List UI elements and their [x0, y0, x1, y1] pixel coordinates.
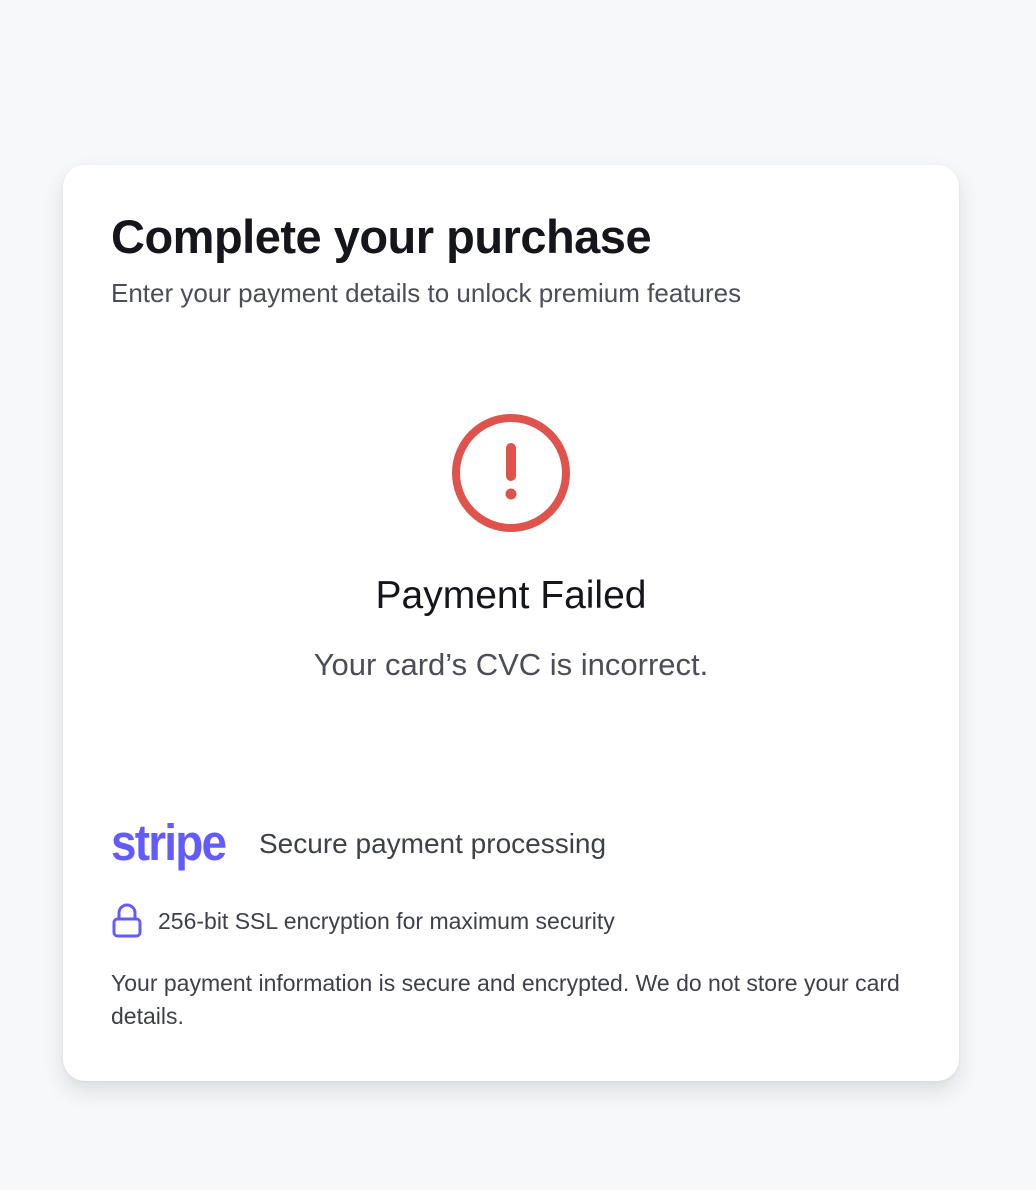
error-message: Your card’s CVC is incorrect. — [313, 647, 709, 682]
payment-card: Complete your purchase Enter your paymen… — [63, 165, 959, 1081]
page-subtitle: Enter your payment details to unlock pre… — [111, 278, 742, 308]
lock-icon — [112, 903, 142, 938]
ssl-notice: 256-bit SSL encryption for maximum secur… — [111, 903, 615, 939]
stripe-badge: stripe Secure payment processing — [111, 813, 606, 875]
page-title: Complete your purchase — [111, 210, 652, 263]
stripe-caption: Secure payment processing — [259, 828, 607, 859]
ssl-text: 256-bit SSL encryption for maximum secur… — [158, 907, 615, 934]
error-title: Payment Failed — [375, 574, 647, 617]
stripe-logo: stripe — [111, 813, 227, 871]
security-note: Your payment information is secure and e… — [111, 970, 900, 1029]
alert-circle-icon — [452, 414, 570, 532]
